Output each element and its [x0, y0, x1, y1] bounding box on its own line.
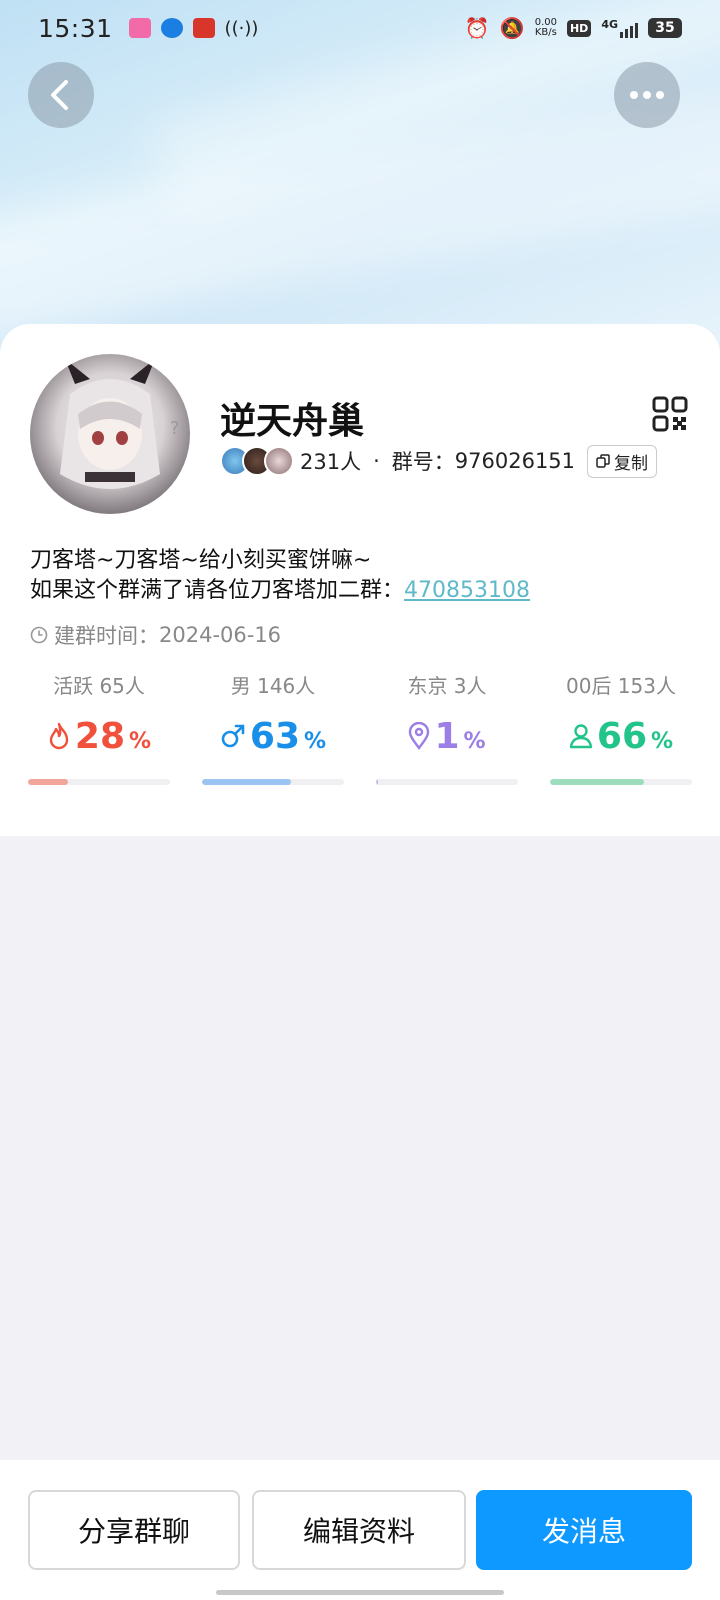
home-indicator: [216, 1590, 504, 1595]
group-avatar[interactable]: ?: [30, 354, 190, 514]
stat-progress-bar: [202, 779, 344, 785]
alarm-icon: ⏰: [464, 16, 490, 40]
avatar-illustration: ?: [60, 359, 180, 489]
net-speed: 0.00 KB/s: [534, 17, 557, 38]
stat-label: 东京 3人: [407, 674, 487, 698]
stat-progress-fill: [28, 779, 68, 785]
stat-unit: %: [304, 728, 327, 754]
qr-code-icon[interactable]: [652, 396, 688, 432]
flame-icon: [49, 722, 69, 750]
separator-dot: ·: [373, 449, 380, 473]
description-line-2: 如果这个群满了请各位刀客塔加二群：: [30, 578, 405, 603]
member-avatars[interactable]: [220, 446, 294, 476]
stat-progress-bar: [550, 779, 692, 785]
stat-progress-bar: [28, 779, 170, 785]
created-label: 建群时间：: [54, 624, 159, 648]
person-icon: [569, 724, 593, 749]
app-notification-icon: [128, 17, 151, 38]
created-date-row: 建群时间： 2024-06-16: [30, 620, 281, 650]
stat-active[interactable]: 活跃 65人 28 %: [28, 670, 170, 785]
chevron-left-icon: [51, 80, 68, 110]
stat-value: 66: [596, 715, 648, 757]
network-type: 4G: [601, 18, 618, 31]
copy-label: 复制: [614, 453, 649, 474]
group-id-label: 群号：: [391, 450, 455, 474]
group-id-value: 976026151: [454, 449, 576, 473]
back-button[interactable]: [28, 62, 94, 128]
stats-row: 活跃 65人 28 % 男 146人 63 % 东京 3人 1 % 00后 15…: [28, 670, 692, 785]
stat-progress-bar: [376, 779, 518, 785]
more-button[interactable]: [614, 62, 680, 128]
stat-unit: %: [463, 728, 486, 754]
second-group-link[interactable]: 470853108: [404, 578, 530, 603]
clock-icon: [30, 626, 48, 644]
member-count[interactable]: 231人: [300, 446, 361, 476]
svg-text:?: ?: [170, 418, 180, 439]
battery-icon: 35: [648, 18, 682, 38]
created-date: 2024-06-16: [159, 623, 282, 647]
status-time: 15:31: [38, 13, 113, 43]
copy-icon: [596, 454, 610, 468]
group-description: 刀客塔~刀客塔~给小刻买蜜饼嘛~ 如果这个群满了请各位刀客塔加二群：470853…: [30, 546, 530, 606]
stat-value: 1: [434, 715, 460, 757]
hotspot-icon: ((·)): [224, 17, 259, 39]
copy-button[interactable]: 复制: [587, 444, 658, 478]
stat-location[interactable]: 东京 3人 1 %: [376, 670, 518, 785]
stat-male[interactable]: 男 146人 63 %: [202, 670, 344, 785]
member-avatar: [264, 446, 294, 476]
stat-value: 28: [74, 715, 126, 757]
stat-unit: %: [651, 728, 674, 754]
stat-progress-fill: [550, 779, 644, 785]
more-dots-icon: [630, 91, 664, 99]
hd-badge: HD: [566, 19, 592, 37]
telecom-notification-icon: [160, 17, 183, 38]
app-notification-icon-2: [192, 17, 215, 38]
status-bar: 15:31 ((·)) ⏰ 🔕 0.00 KB/s HD 4G 35: [0, 0, 720, 56]
mute-icon: 🔕: [499, 16, 525, 40]
group-info-card: ? 逆天舟巢 231人 · 群号： 976026151 复制 刀客塔~刀客塔~给…: [0, 324, 720, 836]
male-icon: [221, 724, 245, 748]
stat-age[interactable]: 00后 153人 66 %: [550, 670, 692, 785]
group-meta: 231人 · 群号： 976026151 复制: [220, 444, 658, 478]
edit-profile-button[interactable]: 编辑资料: [252, 1490, 466, 1570]
stat-value: 63: [249, 715, 301, 757]
stat-unit: %: [129, 728, 152, 754]
stat-label: 00后 153人: [566, 674, 676, 698]
location-pin-icon: [409, 722, 430, 750]
stat-label: 男 146人: [230, 674, 316, 698]
group-name: 逆天舟巢: [220, 401, 365, 442]
share-group-button[interactable]: 分享群聊: [28, 1490, 240, 1570]
bottom-action-bar: 分享群聊 编辑资料 发消息: [0, 1460, 720, 1600]
signal-icon: 4G: [601, 18, 638, 38]
description-line-1: 刀客塔~刀客塔~给小刻买蜜饼嘛~: [30, 548, 372, 573]
stat-progress-fill: [202, 779, 292, 785]
send-message-button[interactable]: 发消息: [476, 1490, 692, 1570]
stat-label: 活跃 65人: [53, 674, 145, 698]
stat-progress-fill: [376, 779, 378, 785]
